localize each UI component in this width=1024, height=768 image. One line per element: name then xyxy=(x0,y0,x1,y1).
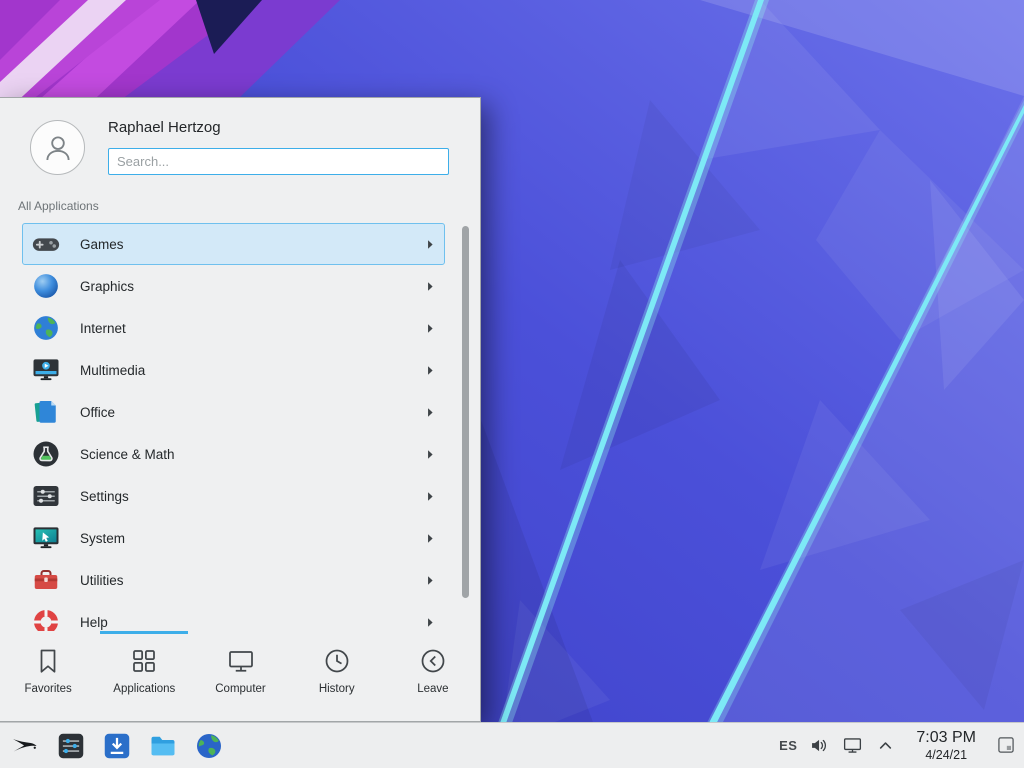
grid-icon xyxy=(129,646,159,676)
system-icon xyxy=(31,523,61,553)
category-label: Games xyxy=(80,237,124,252)
search-input[interactable] xyxy=(108,148,449,175)
submenu-arrow-icon xyxy=(427,449,434,460)
keyboard-layout-indicator[interactable]: ES xyxy=(779,738,797,753)
section-label: All Applications xyxy=(18,199,99,213)
category-label: Utilities xyxy=(80,573,124,588)
tab-favorites[interactable]: Favorites xyxy=(0,631,96,722)
scrollbar-thumb[interactable] xyxy=(462,226,469,598)
application-launcher-menu: Raphael Hertzog All Applications Games G… xyxy=(0,97,481,722)
category-row-utilities[interactable]: Utilities xyxy=(22,559,445,601)
category-label: Office xyxy=(80,405,115,420)
category-label: Settings xyxy=(80,489,129,504)
submenu-arrow-icon xyxy=(427,575,434,586)
category-label: Internet xyxy=(80,321,126,336)
tab-leave[interactable]: Leave xyxy=(385,631,481,722)
multimedia-icon xyxy=(31,355,61,385)
category-label: Science & Math xyxy=(80,447,175,462)
submenu-arrow-icon xyxy=(427,407,434,418)
submenu-arrow-icon xyxy=(427,365,434,376)
bookmark-icon xyxy=(33,646,63,676)
taskbar-panel: ES 7:03 PM 4/24/21 xyxy=(0,722,1024,768)
category-row-help[interactable]: Help xyxy=(22,601,445,631)
volume-icon[interactable] xyxy=(809,735,830,756)
tab-label: Favorites xyxy=(24,683,71,695)
submenu-arrow-icon xyxy=(427,281,434,292)
tab-history[interactable]: History xyxy=(289,631,385,722)
clock-icon xyxy=(322,646,352,676)
category-label: Graphics xyxy=(80,279,134,294)
category-row-settings[interactable]: Settings xyxy=(22,475,445,517)
tab-computer[interactable]: Computer xyxy=(192,631,288,722)
settings-icon xyxy=(31,481,61,511)
office-icon xyxy=(31,397,61,427)
submenu-arrow-icon xyxy=(427,323,434,334)
system-tray: ES 7:03 PM 4/24/21 xyxy=(779,729,1024,762)
submenu-arrow-icon xyxy=(427,239,434,250)
user-icon xyxy=(41,131,75,165)
submenu-arrow-icon xyxy=(427,533,434,544)
digital-clock[interactable]: 7:03 PM 4/24/21 xyxy=(908,729,984,762)
category-row-graphics[interactable]: Graphics xyxy=(22,265,445,307)
tab-label: Leave xyxy=(417,683,448,695)
category-label: Help xyxy=(80,615,108,630)
utilities-icon xyxy=(31,565,61,595)
toggles-app-icon[interactable] xyxy=(56,731,86,761)
kali-menu-icon[interactable] xyxy=(10,731,40,761)
category-row-office[interactable]: Office xyxy=(22,391,445,433)
clock-date: 4/24/21 xyxy=(925,748,967,762)
software-download-icon[interactable] xyxy=(102,731,132,761)
gamepad-icon xyxy=(31,229,61,259)
clock-time: 7:03 PM xyxy=(916,729,976,747)
category-label: Multimedia xyxy=(80,363,145,378)
category-row-system[interactable]: System xyxy=(22,517,445,559)
expand-tray-icon[interactable] xyxy=(875,735,896,756)
leave-icon xyxy=(418,646,448,676)
submenu-arrow-icon xyxy=(427,491,434,502)
category-row-science-math[interactable]: Science & Math xyxy=(22,433,445,475)
user-avatar[interactable] xyxy=(30,120,85,175)
file-manager-icon[interactable] xyxy=(148,731,178,761)
category-row-multimedia[interactable]: Multimedia xyxy=(22,349,445,391)
show-desktop-button[interactable] xyxy=(996,735,1016,755)
tab-label: Applications xyxy=(113,683,175,695)
tab-label: Computer xyxy=(215,683,266,695)
category-row-internet[interactable]: Internet xyxy=(22,307,445,349)
graphics-icon xyxy=(31,271,61,301)
submenu-arrow-icon xyxy=(427,617,434,628)
application-category-list: Games Graphics Internet xyxy=(0,223,481,631)
category-label: System xyxy=(80,531,125,546)
category-row-games[interactable]: Games xyxy=(22,223,445,265)
help-icon xyxy=(31,607,61,631)
globe-icon xyxy=(31,313,61,343)
tab-label: History xyxy=(319,683,355,695)
monitor-icon xyxy=(226,646,256,676)
desktop: Raphael Hertzog All Applications Games G… xyxy=(0,0,1024,768)
taskbar-launchers xyxy=(0,731,224,761)
network-icon[interactable] xyxy=(842,735,863,756)
science-icon xyxy=(31,439,61,469)
launcher-tab-bar: Favorites Applications Computer History xyxy=(0,631,481,722)
web-browser-icon[interactable] xyxy=(194,731,224,761)
user-name: Raphael Hertzog xyxy=(108,119,221,136)
tab-applications[interactable]: Applications xyxy=(96,631,192,722)
